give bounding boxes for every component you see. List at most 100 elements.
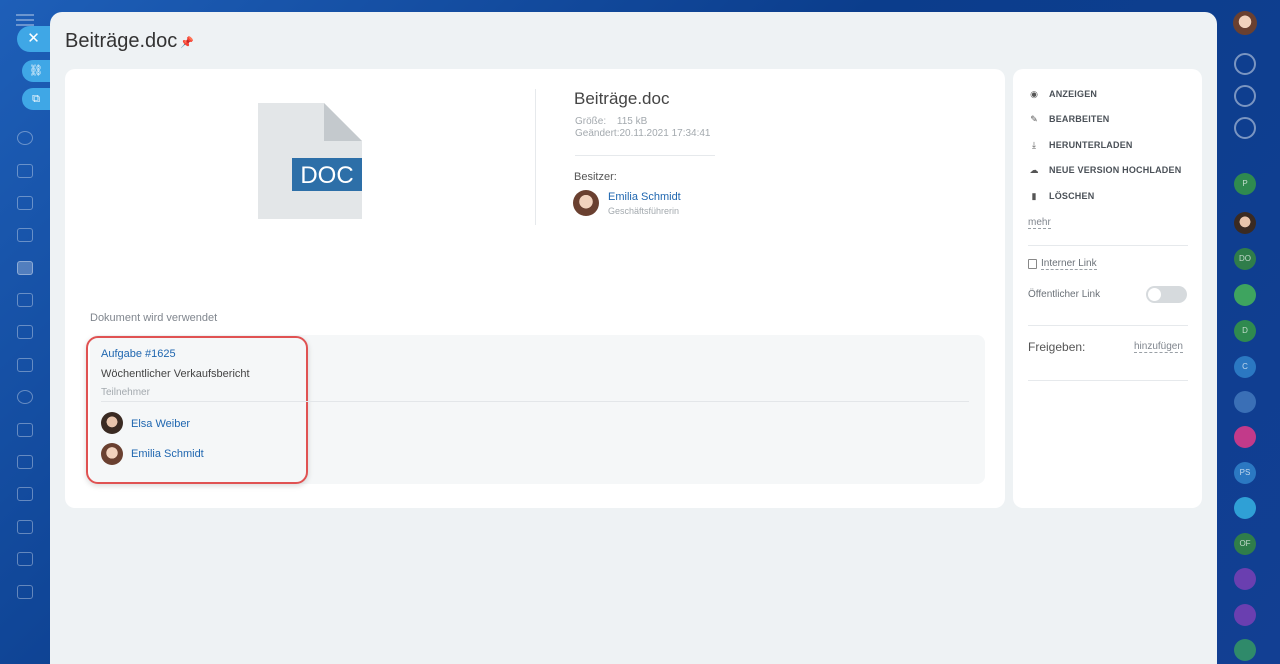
- close-icon: ✕: [27, 30, 40, 47]
- chat-item[interactable]: DO: [1234, 248, 1256, 270]
- internal-link[interactable]: Interner Link: [1028, 258, 1097, 270]
- action-label: HERUNTERLADEN: [1049, 140, 1133, 150]
- action-label: LÖSCHEN: [1049, 191, 1095, 201]
- changed-value: 20.11.2021 17:34:41: [619, 128, 711, 139]
- side-divider: [1028, 245, 1188, 246]
- close-button[interactable]: ✕: [17, 26, 50, 52]
- open-new-window-button[interactable]: ⧉: [22, 88, 50, 110]
- pencil-icon: ✎: [1030, 113, 1038, 124]
- download-icon: ⤓: [1032, 139, 1036, 150]
- graduation-icon[interactable]: [1234, 391, 1256, 413]
- doc-badge-label: DOC: [300, 162, 353, 189]
- file-name: Beiträge.doc: [574, 89, 670, 108]
- user-avatar[interactable]: [1233, 11, 1257, 35]
- shop-icon[interactable]: [17, 455, 33, 469]
- task-link[interactable]: Aufgabe #1625: [101, 348, 176, 360]
- owner-role: Geschäftsführerin: [608, 206, 680, 216]
- vertical-divider: [535, 89, 536, 225]
- owner-name-link[interactable]: Emilia Schmidt: [608, 191, 681, 203]
- external-link-icon: ⧉: [32, 93, 40, 105]
- message-icon[interactable]: [1234, 497, 1256, 519]
- changed-label: Geändert:: [575, 128, 620, 139]
- chat-item-label: PS: [1239, 468, 1251, 477]
- chat-item[interactable]: C: [1234, 356, 1256, 378]
- share-add-link[interactable]: hinzufügen: [1134, 341, 1183, 353]
- chat-item[interactable]: OF: [1234, 533, 1256, 555]
- documents-icon[interactable]: [17, 164, 33, 178]
- lock-icon[interactable]: [1234, 639, 1256, 661]
- chat-item[interactable]: D: [1234, 320, 1256, 342]
- reports-icon[interactable]: [17, 552, 33, 566]
- inventory-icon[interactable]: [17, 520, 33, 534]
- public-link-toggle[interactable]: [1146, 286, 1187, 303]
- mail-icon[interactable]: [17, 358, 33, 372]
- channel-icon[interactable]: [1234, 568, 1256, 590]
- action-download[interactable]: ⤓ HERUNTERLADEN: [1028, 138, 1133, 152]
- channel-icon[interactable]: [1234, 604, 1256, 626]
- chat-item[interactable]: PS: [1234, 462, 1256, 484]
- crm-icon[interactable]: [17, 390, 33, 404]
- actions-card: ◉ ANZEIGEN ✎ BEARBEITEN ⤓ HERUNTERLADEN …: [1013, 69, 1202, 508]
- usage-section-label: Dokument wird verwendet: [90, 312, 218, 324]
- participant-link[interactable]: Emilia Schmidt: [131, 448, 204, 460]
- sites-icon[interactable]: [17, 131, 33, 145]
- action-edit[interactable]: ✎ BEARBEITEN: [1028, 112, 1110, 126]
- contact-avatar[interactable]: [1234, 212, 1256, 234]
- right-rail: P DO D C PS OF: [1217, 0, 1280, 664]
- upload-cloud-icon: ☁: [1029, 164, 1039, 175]
- file-size: Größe: 115 kB: [575, 116, 647, 127]
- chat-item-label: C: [1242, 362, 1248, 371]
- action-view[interactable]: ◉ ANZEIGEN: [1028, 87, 1097, 101]
- chat-icon[interactable]: [17, 196, 33, 210]
- marketing-icon[interactable]: [17, 487, 33, 501]
- pin-icon[interactable]: 📌: [180, 36, 194, 49]
- action-label: ANZEIGEN: [1049, 89, 1098, 99]
- calendar-icon[interactable]: [1234, 426, 1256, 448]
- document-panel: Beiträge.doc 📌 DOC Beiträge.doc Größe: 1…: [50, 12, 1217, 664]
- chat-item-label: DO: [1239, 254, 1251, 263]
- participant-avatar[interactable]: [101, 443, 123, 465]
- id-card-icon[interactable]: [1234, 284, 1256, 306]
- size-label: Größe:: [575, 116, 607, 127]
- activity-icon[interactable]: [1234, 85, 1256, 107]
- calendar-icon[interactable]: [17, 228, 33, 242]
- owner-label: Besitzer:: [574, 171, 617, 183]
- chat-item-label: P: [1242, 179, 1248, 188]
- file-changed: Geändert:20.11.2021 17:34:41: [575, 128, 711, 139]
- size-value: 115 kB: [616, 116, 648, 127]
- action-upload-version[interactable]: ☁ NEUE VERSION HOCHLADEN: [1028, 163, 1182, 177]
- action-label: NEUE VERSION HOCHLADEN: [1049, 165, 1182, 175]
- internal-link-label: Interner Link: [1041, 258, 1097, 270]
- files-icon[interactable]: [17, 585, 33, 599]
- link-icon: ⛓: [29, 65, 43, 77]
- more-link[interactable]: mehr: [1028, 217, 1051, 229]
- copy-link-button[interactable]: ⛓: [22, 60, 50, 82]
- document-card: DOC Beiträge.doc Größe: 115 kB Geändert:…: [65, 69, 1005, 508]
- sign-icon[interactable]: [17, 423, 33, 437]
- feed-icon[interactable]: [17, 293, 33, 307]
- copy-icon: [1028, 259, 1037, 269]
- owner-avatar[interactable]: [573, 190, 599, 216]
- page-title: Beiträge.doc: [65, 30, 178, 52]
- bell-icon[interactable]: [1234, 53, 1256, 75]
- tasks-icon[interactable]: [17, 325, 33, 339]
- trash-icon: ▮: [1031, 190, 1037, 201]
- meta-divider: [575, 155, 715, 156]
- chat-item[interactable]: P: [1234, 173, 1256, 195]
- support-icon[interactable]: [1234, 117, 1256, 139]
- eye-icon: ◉: [1030, 88, 1038, 99]
- task-name: Wöchentlicher Verkaufsbericht: [101, 368, 250, 380]
- menu-icon[interactable]: [16, 14, 34, 26]
- drive-icon[interactable]: [17, 261, 33, 275]
- participant-link[interactable]: Elsa Weiber: [131, 418, 190, 430]
- participant-avatar[interactable]: [101, 412, 123, 434]
- share-label: Freigeben:: [1028, 340, 1086, 354]
- doc-file-icon: DOC: [258, 103, 362, 219]
- participants-label: Teilnehmer: [101, 387, 150, 398]
- usage-divider: [101, 401, 969, 402]
- action-label: BEARBEITEN: [1049, 114, 1110, 124]
- action-delete[interactable]: ▮ LÖSCHEN: [1028, 189, 1095, 203]
- chat-item-label: OF: [1239, 539, 1251, 548]
- public-link-label: Öffentlicher Link: [1028, 289, 1101, 300]
- side-divider: [1028, 380, 1188, 381]
